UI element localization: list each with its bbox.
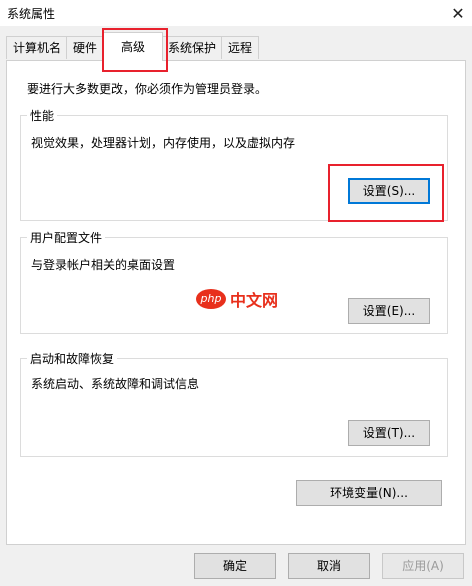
environment-variables-button[interactable]: 环境变量(N)... [296,480,442,506]
performance-description: 视觉效果，处理器计划，内存使用，以及虚拟内存 [31,136,296,150]
close-icon[interactable]: ✕ [444,0,472,26]
admin-notice: 要进行大多数更改，你必须作为管理员登录。 [27,82,268,96]
tab-strip: 计算机名 硬件 高级 系统保护 远程 [0,26,472,61]
apply-button[interactable]: 应用(A) [382,553,464,579]
site-watermark: php 中文网 [196,287,278,311]
tab-hardware[interactable]: 硬件 [66,36,104,59]
startup-recovery-title: 启动和故障恢复 [27,350,118,367]
performance-settings-button[interactable]: 设置(S)... [348,178,430,204]
tab-computer-name[interactable]: 计算机名 [6,36,68,59]
tab-system-protection[interactable]: 系统保护 [162,36,222,59]
startup-recovery-description: 系统启动、系统故障和调试信息 [31,377,200,391]
window-title: 系统属性 [7,7,56,21]
user-profiles-title: 用户配置文件 [27,229,106,246]
cancel-button[interactable]: 取消 [288,553,370,579]
startup-recovery-settings-button[interactable]: 设置(T)... [348,420,430,446]
performance-title: 性能 [27,107,58,124]
ok-button[interactable]: 确定 [194,553,276,579]
user-profiles-settings-button[interactable]: 设置(E)... [348,298,430,324]
tab-remote[interactable]: 远程 [221,36,259,59]
watermark-text: 中文网 [230,291,279,310]
user-profiles-description: 与登录帐户相关的桌面设置 [31,258,176,272]
tab-advanced[interactable]: 高级 [103,32,163,61]
performance-group: 性能 视觉效果，处理器计划，内存使用，以及虚拟内存 [20,107,448,221]
watermark-logo: php [196,289,226,309]
title-bar: 系统属性 ✕ [0,0,472,26]
